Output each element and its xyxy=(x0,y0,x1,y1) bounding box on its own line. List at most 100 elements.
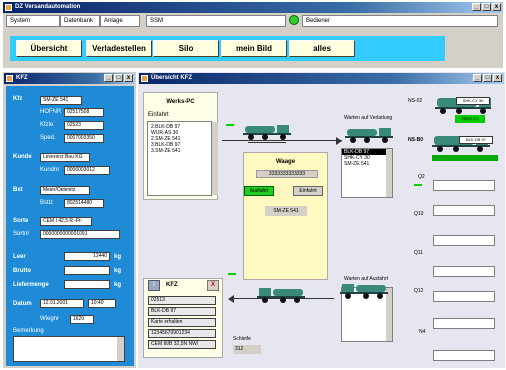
overview-title: Übersicht KFZ xyxy=(151,75,193,81)
warten-verladung-scrollbar[interactable] xyxy=(386,149,392,197)
n4-output xyxy=(433,318,495,329)
bemerkung-textarea[interactable] xyxy=(13,336,125,362)
kfz-info-title: KFZ xyxy=(166,282,178,288)
hofnr-field[interactable]: 02517508 xyxy=(64,108,104,117)
waage-display: 3333333333333 xyxy=(256,170,318,178)
kunde-field[interactable]: Leverenz Bau KG xyxy=(40,153,90,162)
truck-icon xyxy=(243,125,291,140)
schleife-value: 312 xyxy=(233,345,261,354)
list-item[interactable]: 3.SM-ZE 541 xyxy=(151,148,208,154)
menu-anlage[interactable]: Anlage xyxy=(100,15,140,27)
station-q11: Q11 xyxy=(414,250,424,256)
q12b-output xyxy=(433,291,495,302)
bst-field[interactable]: Meier/Oelenitz xyxy=(40,186,90,195)
brutto-label: Brutto xyxy=(13,268,31,274)
waage-plate: SM-ZE 541 xyxy=(265,206,307,216)
truck-icon xyxy=(257,288,305,303)
kfz-info-field: 02513 xyxy=(148,296,216,305)
brutto-unit: kg xyxy=(114,268,122,274)
maximize-button[interactable]: □ xyxy=(482,3,491,11)
menu-datenbank[interactable]: Datenbank xyxy=(60,15,100,27)
station-nsb0: NS-B0 xyxy=(408,137,424,143)
leer-field[interactable]: 12440 xyxy=(64,252,110,261)
station-ns02: NS-02 xyxy=(408,98,423,104)
truck-plate-label: SHK-CY 30 xyxy=(456,97,490,105)
menu-ssm[interactable]: SSM xyxy=(146,15,286,27)
waage-title: Waage xyxy=(275,159,296,165)
nav-alles[interactable]: alles xyxy=(289,40,355,57)
werks-pc-scrollbar[interactable] xyxy=(212,122,218,195)
green-marker xyxy=(414,184,422,186)
kunde-label: Kunde xyxy=(13,154,32,160)
app-title: DZ Versandautomation xyxy=(15,4,81,10)
truck-icon xyxy=(345,128,393,143)
bstlz-label: Bstlz xyxy=(40,200,54,206)
status-led-icon xyxy=(289,15,299,25)
station-q12: Q12 xyxy=(414,288,424,294)
green-marker xyxy=(226,124,234,126)
kfz-info-field: Karte erhalten xyxy=(148,318,216,327)
truck-plate-label: BLK-DB 97 xyxy=(459,136,493,144)
sorte-field[interactable]: CEM I 42,5 R -Ft- xyxy=(40,217,92,226)
nav-silo[interactable]: Silo xyxy=(153,40,219,57)
n4b-output xyxy=(433,350,495,361)
werks-pc-sub: Einfahrt xyxy=(148,112,169,118)
kfz-title: KFZ xyxy=(16,75,28,81)
kfz-info-field: CEM III/B 32,5N NW/ xyxy=(148,340,216,349)
kundnr-label: Kundnr xyxy=(40,167,60,173)
kfz-minimize-button[interactable]: _ xyxy=(104,74,113,82)
arrow-left-icon xyxy=(228,295,234,303)
ov-close-button[interactable]: x xyxy=(493,74,502,82)
bstlz-field[interactable]: 802514480 xyxy=(64,199,104,208)
sped-field[interactable]: 0007003350 xyxy=(64,134,104,143)
werks-pc-list[interactable]: 2.BLK-DB 97 WUR-AS 30 2.SM-ZE 541 3.BLK-… xyxy=(147,121,212,196)
datum-label: Datum xyxy=(13,301,32,307)
overview-window-icon xyxy=(141,75,148,82)
ausfahrt-button[interactable]: Ausfahrt xyxy=(244,186,274,196)
einfahrt-button[interactable]: Einfahrt xyxy=(293,186,323,196)
kfzle-label: Kfzle xyxy=(40,122,54,128)
menu-system[interactable]: System xyxy=(6,15,60,27)
station-n4: N4 xyxy=(419,329,426,335)
wiegnr-field[interactable]: 1620 xyxy=(70,315,94,324)
kfz-close-button[interactable]: x xyxy=(124,74,133,82)
liefermenge-field[interactable] xyxy=(64,280,110,289)
close-icon[interactable]: X xyxy=(207,280,219,291)
leer-unit: kg xyxy=(114,254,122,260)
liefermenge-label: Liefermenge xyxy=(13,282,49,288)
overview-title-bar: Übersicht KFZ _ □ x xyxy=(139,73,504,84)
q12-output xyxy=(433,266,495,277)
station-q10: Q10 xyxy=(414,211,424,217)
time-field[interactable]: 10:40 xyxy=(88,299,116,308)
nav-uebersicht[interactable]: Übersicht xyxy=(16,40,82,57)
kfz-window-icon xyxy=(6,75,13,82)
kfzle-field[interactable]: 02523 xyxy=(64,121,104,130)
app-icon xyxy=(5,4,12,11)
leer-label: Leer xyxy=(13,254,26,260)
app-title-bar: DZ Versandautomation _ □ x xyxy=(3,2,503,13)
sortnr-label: Sortnr xyxy=(13,231,30,237)
kfz-info-field: BLK-DB 97 xyxy=(148,307,216,316)
ov-maximize-button[interactable]: □ xyxy=(483,74,492,82)
brutto-field[interactable] xyxy=(64,266,110,275)
q10-output xyxy=(433,205,495,216)
minimize-button[interactable]: _ xyxy=(472,3,481,11)
hofnr-label: HOFNR xyxy=(40,109,62,115)
kfz-label: Kfz xyxy=(13,96,23,102)
kundnr-field[interactable]: 0006003012 xyxy=(64,166,110,175)
list-item[interactable]: SM-ZE 541 xyxy=(342,161,392,167)
sortnr-field[interactable]: 0000000000001091 xyxy=(40,230,120,239)
kfz-field[interactable]: SM-ZE 541 xyxy=(40,96,82,105)
bemerkung-label: Bemerkung xyxy=(13,328,44,334)
user-field[interactable]: Bediener xyxy=(302,15,498,27)
nav-mein-bild[interactable]: mein Bild xyxy=(221,40,287,57)
datum-field[interactable]: 12.01.2001 xyxy=(40,299,84,308)
arrow-head-icon xyxy=(336,137,342,145)
kfz-maximize-button[interactable]: □ xyxy=(114,74,123,82)
info-icon[interactable]: i xyxy=(148,280,160,291)
ov-minimize-button[interactable]: _ xyxy=(473,74,482,82)
q2-output xyxy=(433,180,495,191)
nav-verladestellen[interactable]: Verladestellen xyxy=(86,40,152,57)
close-button[interactable]: x xyxy=(492,3,501,11)
bemerkung-scrollbar[interactable] xyxy=(117,337,124,361)
